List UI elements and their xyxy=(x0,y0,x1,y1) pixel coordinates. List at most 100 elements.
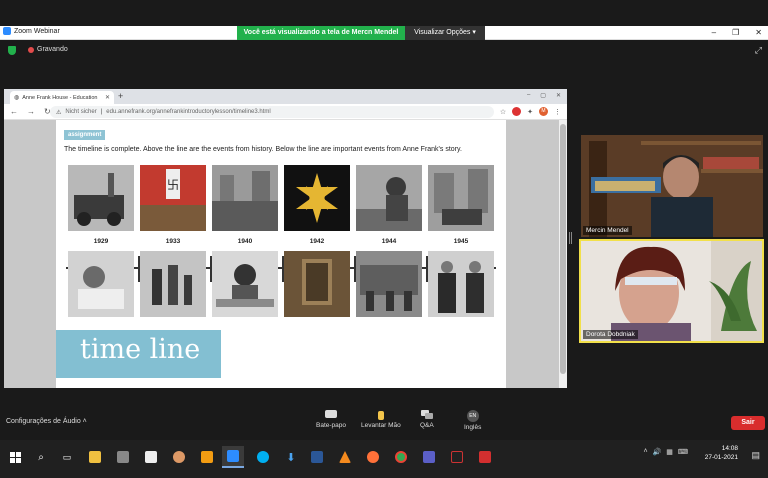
photo-anne-desk xyxy=(212,251,278,317)
media-icon xyxy=(201,451,213,463)
url-text: edu.annefrank.org/annefrankintroductoryl… xyxy=(106,109,271,115)
taskbar-media[interactable] xyxy=(196,446,218,468)
word-icon xyxy=(311,451,323,463)
raise-hand-button[interactable]: Levantar Mão xyxy=(361,410,401,429)
taskbar-tv-app[interactable] xyxy=(446,446,468,468)
tab-close-icon[interactable]: ✕ xyxy=(105,94,110,101)
meeting-top-bar: Gravando ⤢ xyxy=(0,41,768,59)
vlc-icon xyxy=(339,451,351,463)
browser-minimize-icon[interactable]: – xyxy=(527,92,530,99)
paint-icon xyxy=(173,451,185,463)
audio-settings-button[interactable]: Configurações de Áudio ˄ xyxy=(6,418,87,425)
assignment-badge: assignment xyxy=(64,130,106,140)
menu-icon[interactable]: ⋮ xyxy=(554,108,561,116)
chat-button[interactable]: Bate-papo xyxy=(316,410,346,429)
recording-indicator[interactable]: Gravando xyxy=(28,46,68,53)
taskbar-acrobat[interactable] xyxy=(474,446,496,468)
adblock-icon[interactable] xyxy=(512,107,522,116)
recording-label: Gravando xyxy=(37,46,68,53)
warning-icon: ⚠ xyxy=(56,109,62,116)
chevron-up-icon: ˄ xyxy=(82,418,87,425)
profile-avatar[interactable]: M xyxy=(539,107,548,116)
view-options-button[interactable]: Visualizar Opções ▾ xyxy=(405,26,485,40)
url-field[interactable]: ⚠ Nicht sicher | edu.annefrank.org/annef… xyxy=(50,106,494,118)
chat-label: Bate-papo xyxy=(316,422,346,429)
taskbar-store[interactable] xyxy=(112,446,134,468)
taskbar-chrome[interactable] xyxy=(390,446,412,468)
shared-screen: ◍ Anne Frank House - Education ✕ + – ▢ ✕ ←… xyxy=(4,89,567,388)
fullscreen-icon[interactable]: ⤢ xyxy=(755,45,762,56)
photo-deportation-train xyxy=(356,251,422,317)
firefox-icon xyxy=(367,451,379,463)
meeting-controls: Configurações de Áudio ˄ Bate-papo Levan… xyxy=(0,406,768,440)
photo-1933: 卐 xyxy=(140,165,206,231)
tab-title: Anne Frank House - Education xyxy=(22,94,98,101)
year-label: 1945 xyxy=(453,238,469,245)
restore-icon[interactable]: ❐ xyxy=(732,26,739,40)
task-view-icon[interactable]: ▭ xyxy=(56,446,78,468)
teams-icon xyxy=(423,451,435,463)
photo-anne-baby xyxy=(68,251,134,317)
volume-icon[interactable]: 🔊 xyxy=(653,448,662,456)
search-icon[interactable]: ⌕ xyxy=(30,446,52,468)
participant-video[interactable]: Mercin Mendel xyxy=(581,135,763,237)
folder-icon xyxy=(89,451,101,463)
photo-anne-family-walk xyxy=(140,251,206,317)
notifications-icon[interactable]: ▤ xyxy=(751,450,760,461)
participant-name: Mercin Mendel xyxy=(583,226,632,235)
app-title-text: Zoom Webinar xyxy=(14,27,60,35)
svg-text:卐: 卐 xyxy=(167,178,179,192)
year-label: 1944 xyxy=(381,238,397,245)
taskbar-teams[interactable] xyxy=(418,446,440,468)
scrollbar-thumb[interactable] xyxy=(560,124,566,374)
photo-1945 xyxy=(428,165,494,231)
network-icon[interactable]: ▦ xyxy=(666,448,673,456)
clock[interactable]: 14:08 27-01-2021 xyxy=(705,444,738,462)
language-label: Inglês xyxy=(464,424,482,431)
download-icon[interactable]: ⬇ xyxy=(280,446,302,468)
taskbar-firefox[interactable] xyxy=(362,446,384,468)
browser-tab[interactable]: ◍ Anne Frank House - Education ✕ xyxy=(10,91,114,104)
leave-button[interactable]: Sair xyxy=(731,416,765,430)
keyboard-icon[interactable]: ⌨ xyxy=(678,448,688,456)
taskbar-file-explorer[interactable] xyxy=(84,446,106,468)
active-speaker-video[interactable]: Dorota Dobdniak xyxy=(579,239,764,343)
close-icon[interactable]: ✕ xyxy=(755,26,762,40)
taskbar-zoom[interactable] xyxy=(222,446,244,468)
participant-name: Dorota Dobdniak xyxy=(583,330,638,339)
back-icon[interactable]: ← xyxy=(10,107,18,116)
windows-icon xyxy=(9,451,21,463)
year-label: 1942 xyxy=(309,238,325,245)
skype-icon xyxy=(257,451,269,463)
photo-otto-frank xyxy=(428,251,494,317)
new-tab-icon[interactable]: + xyxy=(118,91,123,101)
shield-icon[interactable] xyxy=(8,46,16,55)
browser-close-icon[interactable]: ✕ xyxy=(556,92,561,99)
view-options-label: Visualizar Opções xyxy=(414,29,471,36)
forward-icon[interactable]: → xyxy=(27,107,35,116)
language-button[interactable]: EN Inglês xyxy=(464,410,481,431)
hand-icon xyxy=(377,411,384,420)
qa-button[interactable]: Q&A xyxy=(420,410,434,429)
minimize-icon[interactable]: – xyxy=(712,26,716,40)
qa-label: Q&A xyxy=(420,422,434,429)
year-label: 1940 xyxy=(237,238,253,245)
taskbar-word[interactable] xyxy=(306,446,328,468)
photo-1940 xyxy=(212,165,278,231)
browser-restore-icon[interactable]: ▢ xyxy=(540,92,546,99)
app-title: Zoom Webinar xyxy=(3,27,60,35)
taskbar-skype[interactable] xyxy=(252,446,274,468)
chat-icon xyxy=(325,410,337,418)
extensions-icon[interactable]: ✦ xyxy=(527,108,533,116)
taskbar-notepad[interactable] xyxy=(140,446,162,468)
start-button[interactable] xyxy=(4,446,26,468)
taskbar-paint[interactable] xyxy=(168,446,190,468)
page-scrollbar[interactable] xyxy=(559,120,567,388)
zoom-logo-icon xyxy=(3,27,11,35)
panel-resize-handle[interactable] xyxy=(569,232,572,244)
star-icon[interactable]: ☆ xyxy=(500,108,506,116)
taskbar-vlc[interactable] xyxy=(334,446,356,468)
chevron-up-icon[interactable]: ˄ xyxy=(643,448,647,456)
participant-video-frame xyxy=(581,241,762,341)
year-label: 1933 xyxy=(165,238,181,245)
